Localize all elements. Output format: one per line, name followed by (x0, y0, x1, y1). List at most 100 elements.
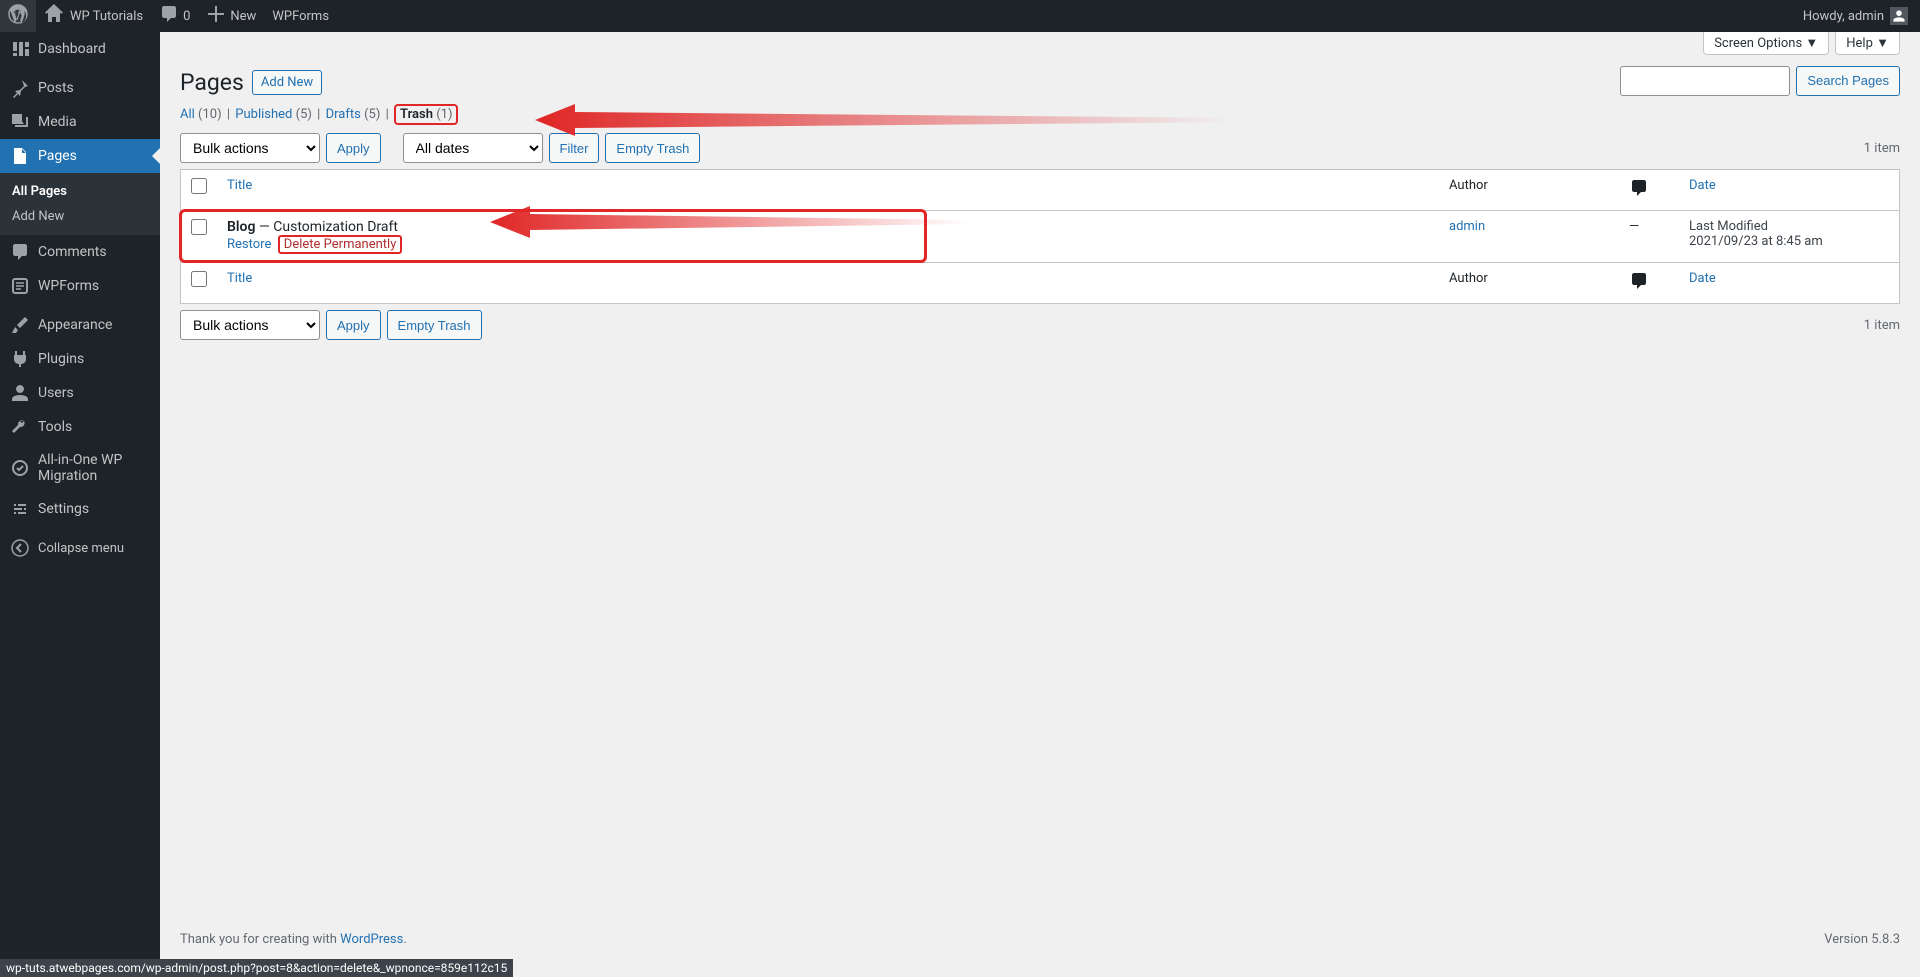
brush-icon (10, 315, 30, 335)
page-wrap: Pages Add New Search Pages All (10) | Pu… (160, 55, 1920, 340)
row-title: Blog — Customization Draft (227, 219, 398, 235)
new-label: New (230, 9, 256, 24)
sidebar-item-pages[interactable]: Pages (0, 139, 160, 173)
screen-options-tab[interactable]: Screen Options ▼ (1703, 32, 1829, 55)
delete-permanently-highlight: Delete Permanently (278, 235, 403, 254)
bulk-apply-top[interactable]: Apply (326, 133, 381, 163)
sidebar-item-dashboard[interactable]: Dashboard (0, 32, 160, 66)
footer-version: Version 5.8.3 (1824, 932, 1900, 947)
tools-icon (10, 417, 30, 437)
filter-all[interactable]: All (10) (180, 107, 222, 122)
submenu-add-new[interactable]: Add New (0, 204, 160, 229)
avatar-icon (1890, 7, 1908, 25)
author-link[interactable]: admin (1449, 219, 1485, 234)
select-all-bottom[interactable] (191, 271, 207, 287)
sidebar-item-plugins[interactable]: Plugins (0, 342, 160, 376)
col-comments-header[interactable] (1619, 170, 1679, 211)
migrate-icon (10, 458, 30, 478)
comment-icon (10, 242, 30, 262)
date-filter-select[interactable]: All dates (403, 133, 543, 163)
page-heading: Pages Add New (180, 69, 322, 96)
bulk-action-select-bottom[interactable]: Bulk actions (180, 310, 320, 340)
comment-bubble-icon (1629, 178, 1649, 202)
select-all-top[interactable] (191, 178, 207, 194)
wpforms-icon (10, 276, 30, 296)
collapse-icon (10, 538, 30, 558)
sidebar-item-comments[interactable]: Comments (0, 235, 160, 269)
row-comments: — (1619, 211, 1679, 262)
sidebar-item-appearance[interactable]: Appearance (0, 308, 160, 342)
col-title-header[interactable]: Title (217, 170, 1439, 211)
item-count-top: 1 item (1864, 141, 1900, 156)
search-input[interactable] (1620, 66, 1790, 96)
row-checkbox[interactable] (191, 219, 207, 235)
pin-icon (10, 78, 30, 98)
search-button[interactable]: Search Pages (1796, 66, 1900, 96)
comment-bubble-icon (1629, 271, 1649, 295)
table-row: Blog — Customization Draft Restore Delet… (181, 211, 1899, 262)
howdy-text: Howdy, admin (1803, 9, 1884, 24)
admin-sidebar: Dashboard Posts Media Pages All Pages Ad… (0, 32, 160, 977)
filter-button[interactable]: Filter (549, 133, 600, 163)
new-content-link[interactable]: New (198, 0, 264, 32)
sidebar-item-migration[interactable]: All-in-One WP Migration (0, 444, 160, 492)
sidebar-item-wpforms[interactable]: WPForms (0, 269, 160, 303)
filter-published[interactable]: Published (5) (235, 107, 312, 122)
wordpress-link[interactable]: WordPress (340, 932, 403, 947)
search-pages: Search Pages (1620, 66, 1900, 96)
help-tab[interactable]: Help ▼ (1835, 32, 1900, 55)
wpforms-label: WPForms (272, 9, 329, 24)
site-name: WP Tutorials (70, 9, 143, 24)
plus-icon (206, 4, 226, 28)
row-author: admin (1439, 211, 1619, 262)
comment-icon (159, 4, 179, 28)
sidebar-item-users[interactable]: Users (0, 376, 160, 410)
sidebar-item-tools[interactable]: Tools (0, 410, 160, 444)
site-home-link[interactable]: WP Tutorials (36, 0, 151, 32)
filter-trash[interactable]: Trash (1) (400, 107, 452, 122)
wordpress-logo-icon (8, 4, 28, 28)
user-profile-link[interactable]: Howdy, admin (1795, 0, 1916, 32)
adminbar-left: WP Tutorials 0 New WPForms (0, 0, 337, 32)
col-comments-footer[interactable] (1619, 262, 1679, 303)
submenu-all-pages[interactable]: All Pages (0, 179, 160, 204)
add-new-button[interactable]: Add New (252, 70, 322, 95)
user-icon (10, 383, 30, 403)
media-icon (10, 112, 30, 132)
sidebar-item-settings[interactable]: Settings (0, 492, 160, 526)
admin-toolbar: WP Tutorials 0 New WPForms Howdy, admin (0, 0, 1920, 32)
filter-drafts[interactable]: Drafts (5) (326, 107, 381, 122)
bulk-apply-bottom[interactable]: Apply (326, 310, 381, 340)
home-icon (44, 4, 64, 28)
adminbar-right: Howdy, admin (1795, 0, 1920, 32)
plugin-icon (10, 349, 30, 369)
comments-count: 0 (183, 9, 190, 24)
browser-status-url: wp-tuts.atwebpages.com/wp-admin/post.php… (0, 959, 513, 977)
empty-trash-bottom[interactable]: Empty Trash (387, 310, 482, 340)
collapse-menu-button[interactable]: Collapse menu (0, 531, 160, 565)
comments-link[interactable]: 0 (151, 0, 198, 32)
page-title: Pages (180, 69, 244, 96)
empty-trash-top[interactable]: Empty Trash (605, 133, 700, 163)
pages-table: Title Author Date Blog — Customization D… (180, 169, 1900, 304)
item-count-bottom: 1 item (1864, 318, 1900, 333)
page-icon (10, 146, 30, 166)
col-date-footer[interactable]: Date (1679, 262, 1899, 303)
col-date-header[interactable]: Date (1679, 170, 1899, 211)
screen-meta-links: Screen Options ▼ Help ▼ (160, 32, 1920, 55)
footer-thanks: Thank you for creating with WordPress. (180, 932, 407, 947)
wpforms-adminbar-link[interactable]: WPForms (264, 0, 337, 32)
filter-trash-highlight: Trash (1) (394, 104, 458, 125)
wordpress-logo-menu[interactable] (0, 0, 36, 32)
settings-icon (10, 499, 30, 519)
row-date: Last Modified 2021/09/23 at 8:45 am (1679, 211, 1899, 262)
bulk-action-select-top[interactable]: Bulk actions (180, 133, 320, 163)
sidebar-item-media[interactable]: Media (0, 105, 160, 139)
admin-footer: Thank you for creating with WordPress. V… (160, 932, 1920, 947)
restore-link[interactable]: Restore (227, 237, 271, 252)
row-actions: Restore Delete Permanently (227, 235, 1429, 254)
delete-permanently-link[interactable]: Delete Permanently (284, 237, 397, 252)
sidebar-item-posts[interactable]: Posts (0, 71, 160, 105)
col-author-header: Author (1439, 170, 1619, 211)
col-title-footer[interactable]: Title (217, 262, 1439, 303)
